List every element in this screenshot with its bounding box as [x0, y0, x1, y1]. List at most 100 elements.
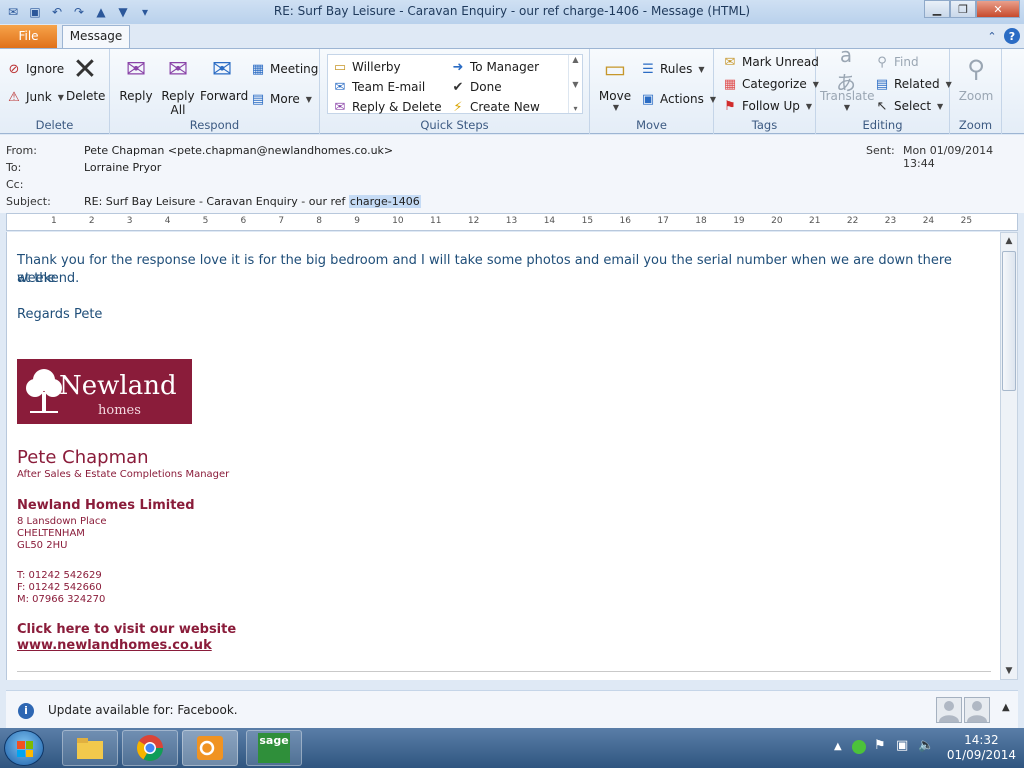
more-icon: ▤	[251, 91, 265, 107]
from-label: From:	[6, 144, 37, 157]
website-cta-link[interactable]: Click here to visit our website	[17, 622, 236, 637]
to-value[interactable]: Lorraine Pryor	[84, 161, 161, 174]
reply-icon: ✉	[125, 55, 147, 83]
translate-button[interactable]: aあ Translate ▼	[820, 42, 875, 113]
maximize-button[interactable]: ❐	[950, 0, 976, 18]
ruler-tick: 12	[467, 216, 480, 226]
meeting-button[interactable]: ▦ Meeting	[250, 61, 319, 77]
group-label: Editing	[862, 118, 903, 132]
reply-all-icon: ✉	[167, 55, 189, 83]
title-bar: ✉ ▣ ↶ ↷ ▲ ▼ ▾ RE: Surf Bay Leisure - Car…	[0, 0, 1024, 24]
tab-message[interactable]: Message	[62, 25, 130, 49]
divider	[17, 671, 991, 672]
find-button[interactable]: ⚲ Find	[874, 54, 918, 70]
quickstep-team-email[interactable]: ✉ Team E-mail	[332, 79, 426, 95]
ruler-tick: 2	[88, 216, 95, 226]
scroll-up-icon[interactable]: ▲	[572, 55, 578, 64]
volume-icon[interactable]: 🔈	[918, 738, 934, 753]
forward-icon: ✉	[211, 55, 233, 83]
outlook-taskbar-button[interactable]	[182, 730, 238, 766]
reply-all-button[interactable]: ✉ Reply All	[158, 53, 198, 117]
scroll-thumb[interactable]	[1002, 251, 1016, 391]
ribbon: ⊘ Ignore ⚠ Junk ▼ ✕ Delete Delete ✉ Reply…	[0, 42, 1024, 134]
reply-button[interactable]: ✉ Reply	[116, 53, 156, 103]
group-label: Tags	[751, 118, 778, 132]
folder-move-icon: ▭	[333, 59, 347, 75]
group-label: Delete	[35, 118, 74, 132]
categorize-button[interactable]: ▦ Categorize ▼	[722, 76, 819, 92]
info-icon: i	[18, 703, 34, 719]
vertical-scrollbar[interactable]: ▲ ▼	[1000, 232, 1018, 680]
update-notice[interactable]: Update available for: Facebook.	[48, 703, 238, 717]
select-button[interactable]: ↖ Select ▼	[874, 98, 944, 114]
magnifier-icon: ⚲	[967, 55, 985, 83]
quicksteps-scroll[interactable]: ▲ ▼ ▾	[568, 55, 582, 113]
tab-file[interactable]: File	[0, 25, 57, 48]
avatar[interactable]	[964, 697, 990, 723]
ruler-tick: 4	[164, 216, 171, 226]
group-label: Quick Steps	[420, 118, 489, 132]
clock[interactable]: 14:32 01/09/2014	[947, 733, 1016, 763]
status-green-icon[interactable]	[852, 740, 866, 754]
website-link[interactable]: www.newlandhomes.co.uk	[17, 638, 212, 653]
move-group: ▭ Move ▼ ☰ Rules ▼ ▣ Actions ▼ Move	[590, 49, 716, 134]
ruler-tick: 20	[771, 216, 783, 226]
related-button[interactable]: ▤ Related ▼	[874, 76, 952, 92]
move-button[interactable]: ▭ Move ▼	[596, 53, 634, 112]
expand-icon[interactable]: ▾	[573, 104, 577, 113]
ruler[interactable]: 1 2 3 4 5 6 7 8 9 10 11 12 13 14 15 16 17 18 19 20 21 22 23 24 2…	[6, 213, 1018, 231]
quickstep-done[interactable]: ✔ Done	[450, 79, 502, 95]
help-icon[interactable]: ?	[1004, 28, 1020, 44]
ruler-tick: 9	[354, 216, 360, 226]
body-regards: Regards Pete	[17, 307, 103, 322]
quickstep-to-manager[interactable]: ➜ To Manager	[450, 59, 540, 75]
rules-button[interactable]: ☰ Rules ▼	[640, 61, 704, 77]
start-button[interactable]	[4, 730, 44, 766]
network-icon[interactable]: ▣	[896, 738, 908, 753]
chrome-taskbar-button[interactable]	[122, 730, 178, 766]
expand-people-pane-icon[interactable]: ▲	[1002, 702, 1010, 713]
cursor-icon: ↖	[876, 98, 888, 114]
subject-selection: charge-1406	[348, 195, 421, 208]
reply-delete-icon: ✉	[334, 99, 346, 115]
scroll-down-arrow-icon[interactable]: ▼	[1001, 663, 1017, 679]
ruler-tick: 14	[543, 216, 556, 226]
actions-button[interactable]: ▣ Actions ▼	[640, 91, 716, 107]
folder-icon	[77, 738, 103, 759]
sage-icon: sage	[258, 733, 290, 763]
translate-icon: aあ	[836, 42, 856, 95]
delete-group: ⊘ Ignore ⚠ Junk ▼ ✕ Delete Delete	[0, 49, 110, 134]
explorer-taskbar-button[interactable]	[62, 730, 118, 766]
ignore-button[interactable]: ⊘ Ignore	[6, 61, 65, 77]
minimize-ribbon-icon[interactable]: ⌃	[984, 28, 1000, 44]
quickstep-create-new[interactable]: ⚡ Create New	[450, 99, 539, 115]
sage-taskbar-button[interactable]: sage	[246, 730, 302, 766]
people-pane-bar: i Update available for: Facebook. ▲	[6, 690, 1018, 728]
scroll-down-icon[interactable]: ▼	[572, 80, 578, 89]
follow-up-button[interactable]: ⚑ Follow Up ▼	[722, 98, 812, 114]
ignore-icon: ⊘	[8, 61, 20, 77]
from-value[interactable]: Pete Chapman <pete.chapman@newlandhomes.…	[84, 144, 393, 157]
flag-icon[interactable]: ⚑	[874, 738, 886, 753]
subject-value[interactable]: RE: Surf Bay Leisure - Caravan Enquiry -…	[84, 195, 421, 208]
zoom-button[interactable]: ⚲ Zoom	[954, 53, 998, 103]
ruler-tick: 10	[392, 216, 404, 226]
forward-button[interactable]: ✉ Forward	[200, 53, 248, 103]
more-button[interactable]: ▤ More ▼	[250, 91, 312, 107]
minimize-button[interactable]: ▁	[924, 0, 950, 18]
lightning-icon: ⚡	[453, 99, 463, 115]
avatar[interactable]	[936, 697, 962, 723]
show-hidden-icons-icon[interactable]: ▲	[834, 741, 842, 752]
message-body[interactable]	[6, 232, 1000, 680]
tags-group: ✉ Mark Unread ▦ Categorize ▼ ⚑ Follow Up ▼…	[714, 49, 819, 134]
close-button[interactable]: ✕	[976, 0, 1020, 18]
scroll-up-arrow-icon[interactable]: ▲	[1001, 233, 1017, 249]
quickstep-reply-delete[interactable]: ✉ Reply & Delete	[332, 99, 442, 115]
junk-button[interactable]: ⚠ Junk ▼	[6, 89, 64, 105]
delete-button[interactable]: ✕ Delete	[66, 52, 105, 104]
categorize-icon: ▦	[723, 76, 737, 92]
mark-unread-button[interactable]: ✉ Mark Unread	[722, 54, 819, 70]
ruler-tick: 6	[240, 216, 247, 226]
system-tray: ▲ ⚑ ▣ 🔈 14:32 01/09/2014	[814, 728, 1024, 768]
quickstep-willerby[interactable]: ▭ Willerby	[332, 59, 401, 75]
